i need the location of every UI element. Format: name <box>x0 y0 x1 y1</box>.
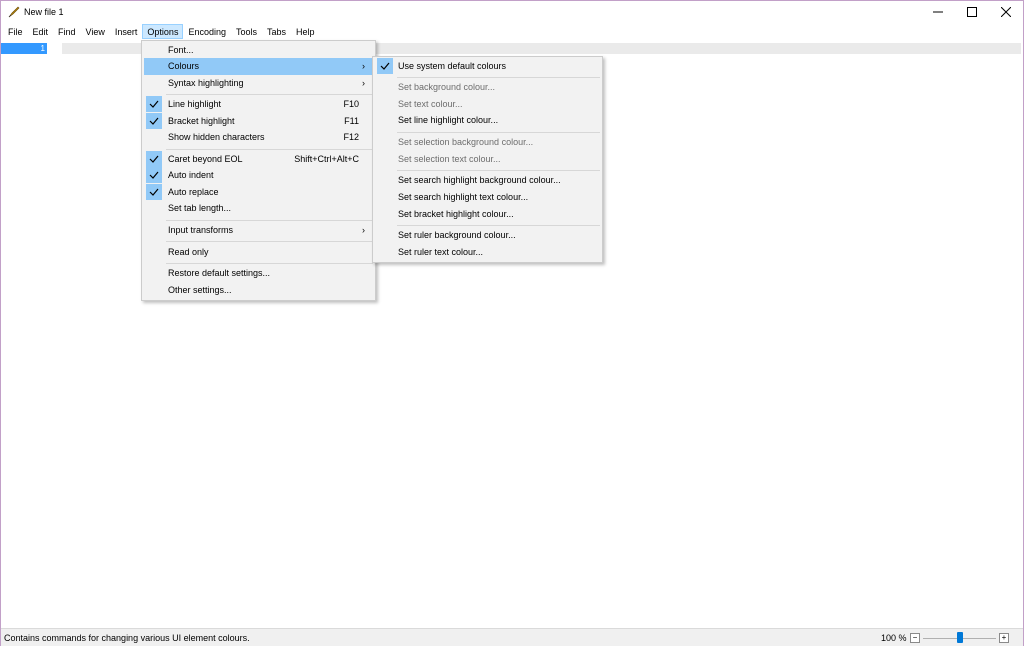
menu-item-set-ruler-background-colour[interactable]: Set ruler background colour... <box>375 227 600 244</box>
menu-edit[interactable]: Edit <box>28 24 54 39</box>
menu-item-set-tab-length[interactable]: Set tab length... <box>144 200 373 217</box>
menu-item-label: Auto replace <box>168 187 219 197</box>
checkmark-icon <box>146 184 162 200</box>
menu-item-set-text-colour: Set text colour... <box>375 96 600 113</box>
menu-separator <box>166 149 373 150</box>
chevron-right-icon: › <box>362 225 365 235</box>
menu-item-label: Colours <box>168 61 200 71</box>
menu-item-set-search-highlight-text-colour[interactable]: Set search highlight text colour... <box>375 189 600 206</box>
menu-tabs[interactable]: Tabs <box>262 24 291 39</box>
menu-item-set-bracket-highlight-colour[interactable]: Set bracket highlight colour... <box>375 206 600 223</box>
menu-item-auto-indent[interactable]: Auto indent <box>144 167 373 184</box>
menu-insert[interactable]: Insert <box>110 24 143 39</box>
menu-item-set-search-highlight-background-colour[interactable]: Set search highlight background colour..… <box>375 172 600 189</box>
menu-item-set-background-colour: Set background colour... <box>375 79 600 96</box>
chevron-right-icon: › <box>362 61 365 71</box>
menu-separator <box>166 241 373 242</box>
menu-item-label: Set line highlight colour... <box>398 115 499 125</box>
menu-item-label: Set search highlight background colour..… <box>398 175 561 185</box>
menu-item-colours[interactable]: Colours › <box>144 58 373 75</box>
options-menu: Font... Colours › Syntax highlighting › … <box>141 40 376 301</box>
app-window: New file 1 File Edit Find View Insert Op… <box>0 0 1024 646</box>
zoom-slider-thumb[interactable] <box>956 632 963 643</box>
menu-item-label: Auto indent <box>168 170 214 180</box>
menu-item-show-hidden-characters[interactable]: Show hidden characters F12 <box>144 129 373 146</box>
menu-item-label: Set text colour... <box>398 99 463 109</box>
zoom-level: 100 % <box>881 633 907 643</box>
menu-separator <box>397 77 600 78</box>
menu-encoding[interactable]: Encoding <box>183 24 231 39</box>
line-number: 1 <box>1 43 47 54</box>
menu-item-label: Set selection background colour... <box>398 137 534 147</box>
menu-item-input-transforms[interactable]: Input transforms › <box>144 222 373 239</box>
window-title: New file 1 <box>24 7 64 17</box>
checkmark-icon <box>146 167 162 183</box>
menu-tools[interactable]: Tools <box>231 24 262 39</box>
menu-item-set-selection-text-colour: Set selection text colour... <box>375 151 600 168</box>
menu-item-label: Line highlight <box>168 99 222 109</box>
menu-separator <box>397 225 600 226</box>
menu-help[interactable]: Help <box>291 24 320 39</box>
status-message: Contains commands for changing various U… <box>4 633 250 643</box>
menu-item-auto-replace[interactable]: Auto replace <box>144 184 373 201</box>
minimize-button[interactable] <box>921 1 955 23</box>
status-bar: Contains commands for changing various U… <box>1 628 1023 646</box>
menu-item-font[interactable]: Font... <box>144 42 373 59</box>
menu-item-label: Set ruler background colour... <box>398 230 516 240</box>
zoom-out-button[interactable]: − <box>910 633 920 643</box>
maximize-button[interactable] <box>955 1 989 23</box>
menu-item-shortcut: F12 <box>343 132 359 142</box>
colours-submenu: Use system default colours Set backgroun… <box>372 56 603 263</box>
menu-item-line-highlight[interactable]: Line highlight F10 <box>144 96 373 113</box>
menu-item-label: Other settings... <box>168 285 232 295</box>
menu-item-label: Input transforms <box>168 225 234 235</box>
menu-item-other-settings[interactable]: Other settings... <box>144 282 373 299</box>
menu-item-bracket-highlight[interactable]: Bracket highlight F11 <box>144 113 373 130</box>
menu-options[interactable]: Options <box>142 24 184 39</box>
menu-item-shortcut: Shift+Ctrl+Alt+C <box>294 154 359 164</box>
menu-separator <box>166 220 373 221</box>
checkmark-icon <box>377 58 393 74</box>
menu-item-use-system-default-colours[interactable]: Use system default colours <box>375 58 600 75</box>
menu-item-label: Syntax highlighting <box>168 78 244 88</box>
menu-item-label: Set bracket highlight colour... <box>398 209 514 219</box>
menu-item-set-ruler-text-colour[interactable]: Set ruler text colour... <box>375 244 600 261</box>
menu-item-caret-beyond-eol[interactable]: Caret beyond EOL Shift+Ctrl+Alt+C <box>144 151 373 168</box>
menu-item-label: Font... <box>168 45 194 55</box>
close-button[interactable] <box>989 1 1023 23</box>
chevron-right-icon: › <box>362 78 365 88</box>
menu-item-label: Read only <box>168 247 209 257</box>
menu-item-shortcut: F10 <box>343 99 359 109</box>
menu-item-label: Set ruler text colour... <box>398 247 484 257</box>
title-bar[interactable]: New file 1 <box>1 1 1023 23</box>
checkmark-icon <box>146 151 162 167</box>
menu-item-read-only[interactable]: Read only <box>144 244 373 261</box>
checkmark-icon <box>146 113 162 129</box>
menu-item-label: Bracket highlight <box>168 116 235 126</box>
menu-item-label: Set selection text colour... <box>398 154 501 164</box>
menu-item-label: Set background colour... <box>398 82 496 92</box>
zoom-in-button[interactable]: + <box>999 633 1009 643</box>
menu-item-set-selection-background-colour: Set selection background colour... <box>375 134 600 151</box>
menu-item-syntax-highlighting[interactable]: Syntax highlighting › <box>144 75 373 92</box>
menu-separator <box>397 132 600 133</box>
menu-view[interactable]: View <box>81 24 110 39</box>
checkmark-icon <box>146 96 162 112</box>
menu-item-label: Show hidden characters <box>168 132 265 142</box>
menu-item-label: Set search highlight text colour... <box>398 192 529 202</box>
menu-file[interactable]: File <box>3 24 28 39</box>
menu-item-set-line-highlight-colour[interactable]: Set line highlight colour... <box>375 112 600 129</box>
menu-item-restore-default-settings[interactable]: Restore default settings... <box>144 265 373 282</box>
menu-find[interactable]: Find <box>53 24 81 39</box>
menu-item-label: Caret beyond EOL <box>168 154 243 164</box>
menu-item-label: Set tab length... <box>168 203 232 213</box>
menu-separator <box>397 170 600 171</box>
menu-item-label: Use system default colours <box>398 61 507 71</box>
quill-pen-icon <box>8 6 20 18</box>
menu-item-shortcut: F11 <box>344 116 359 126</box>
menu-separator <box>166 263 373 264</box>
menu-separator <box>166 94 373 95</box>
menu-item-label: Restore default settings... <box>168 268 271 278</box>
menu-bar: File Edit Find View Insert Options Encod… <box>1 23 1023 40</box>
